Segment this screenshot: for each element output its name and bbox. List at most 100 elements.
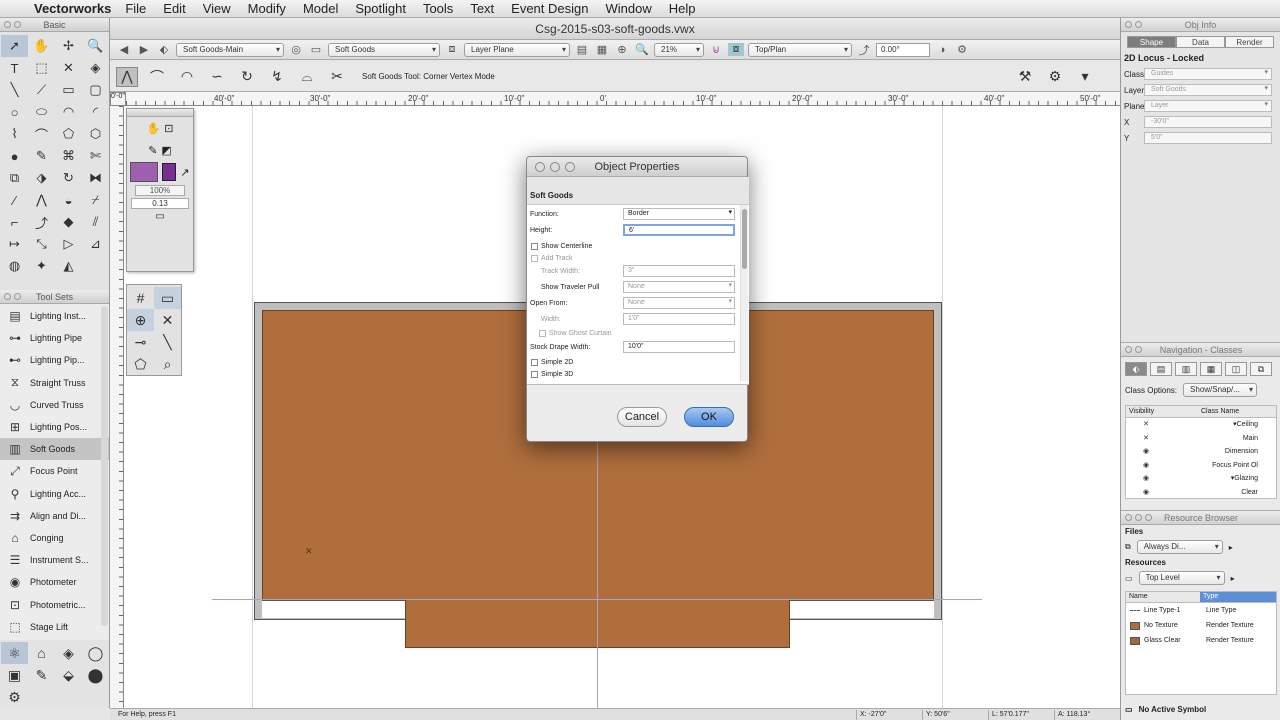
tab-render[interactable]: Render bbox=[1225, 36, 1274, 48]
rectangle-tool-icon[interactable]: ▭ bbox=[55, 79, 82, 101]
dialog-scroll-thumb[interactable] bbox=[742, 209, 747, 269]
saved-views-nav-icon[interactable]: ◫ bbox=[1225, 362, 1247, 376]
toolset-photometric-grid[interactable]: ⊡ Photometric... bbox=[0, 593, 109, 615]
visualization-icon[interactable]: ◍ bbox=[1, 255, 28, 277]
oi-plane-dropdown[interactable]: Layer bbox=[1144, 100, 1272, 112]
zoom-tool-icon[interactable]: 🔍 bbox=[82, 35, 109, 57]
snap-to-tangent-icon[interactable]: ⌕ bbox=[154, 353, 181, 375]
toolset-focus-point[interactable]: ⤢ Focus Point bbox=[0, 460, 109, 482]
fillet-tool-icon[interactable]: ◒ bbox=[55, 189, 82, 211]
smart-points-icon[interactable]: ⊸ bbox=[127, 331, 154, 353]
spotlight-category-icon[interactable]: ⚛ bbox=[1, 642, 28, 664]
heliodon-icon[interactable]: ✦ bbox=[28, 255, 55, 277]
layer-options-icon[interactable]: ◎ bbox=[288, 43, 304, 56]
panel-window-controls[interactable] bbox=[1125, 514, 1152, 521]
visibility-column-header[interactable]: Visibility bbox=[1126, 406, 1198, 417]
fillet-mode-icon[interactable]: ⌓ bbox=[296, 67, 318, 87]
rotate-tool-icon[interactable]: ↻ bbox=[55, 167, 82, 189]
table-row[interactable]: ✕ ▾Ceiling bbox=[1126, 418, 1276, 432]
visibility-toggle[interactable]: ◉ bbox=[1126, 486, 1166, 500]
app-menu[interactable]: Vectorworks bbox=[34, 1, 111, 16]
toolset-lighting-pipe[interactable]: ⊶ Lighting Pipe bbox=[0, 327, 109, 349]
folder-icon[interactable]: ▭ bbox=[1125, 574, 1133, 583]
rotation-field[interactable]: 0.00° bbox=[876, 42, 930, 57]
view-dropdown[interactable]: Top/Plan bbox=[748, 42, 852, 57]
menu-text[interactable]: Text bbox=[470, 1, 494, 16]
smart-edge-icon[interactable]: ╲ bbox=[154, 331, 181, 353]
save-view-icon[interactable]: ▤ bbox=[574, 43, 590, 56]
add-track-row[interactable]: Add Track bbox=[527, 251, 737, 265]
track-width-field[interactable]: 3" bbox=[623, 265, 735, 277]
pen-color-swatch[interactable] bbox=[162, 163, 177, 181]
furniture-category-icon[interactable]: ▣ bbox=[1, 664, 28, 686]
zoom-dropdown[interactable]: 21% bbox=[654, 42, 704, 57]
more-options-icon[interactable]: ▾ bbox=[1074, 67, 1096, 87]
snap-to-angle-icon[interactable]: ⊕ bbox=[127, 309, 154, 331]
oval-tool-icon[interactable]: ⬭ bbox=[28, 101, 55, 123]
line-thickness-field[interactable]: 0.13 bbox=[131, 198, 189, 209]
back-arrow-icon[interactable]: ◀ bbox=[116, 43, 132, 56]
point-arc-mode-icon[interactable]: ↻ bbox=[236, 67, 258, 87]
toolset-conging[interactable]: ⌂ Conging bbox=[0, 527, 109, 549]
corner-vertex-mode-icon[interactable]: ⋀ bbox=[116, 66, 138, 87]
dialog-scrollbar[interactable] bbox=[740, 205, 748, 381]
oi-x-field[interactable]: -30'0" bbox=[1144, 116, 1272, 128]
3d-modeling-category-icon[interactable]: ⬙ bbox=[55, 664, 82, 686]
toolset-instrument-summary[interactable]: ☰ Instrument S... bbox=[0, 549, 109, 571]
locus-marker-icon[interactable]: ✕ bbox=[305, 546, 313, 557]
toolset-lighting-pipe-ladder[interactable]: ⊷ Lighting Pip... bbox=[0, 349, 109, 371]
list-item[interactable]: Line Type-1 Line Type bbox=[1126, 603, 1276, 618]
show-centerline-checkbox[interactable] bbox=[531, 242, 538, 250]
menu-view[interactable]: View bbox=[203, 1, 231, 16]
dims-notes-category-icon[interactable]: ✎ bbox=[28, 664, 55, 686]
snap-to-intersection-icon[interactable]: ✕ bbox=[154, 309, 181, 331]
forward-arrow-icon[interactable]: ▶ bbox=[136, 43, 152, 56]
layer-plane-dropdown[interactable]: Layer Plane bbox=[464, 42, 570, 57]
class-options-dropdown[interactable]: Show/Snap/... bbox=[1183, 383, 1258, 397]
menu-window[interactable]: Window bbox=[605, 1, 651, 16]
basic-palette-title[interactable]: Basic bbox=[0, 18, 109, 32]
open-from-dropdown[interactable]: None bbox=[623, 297, 735, 309]
tool-preferences-icon[interactable]: ✂ bbox=[326, 67, 348, 87]
toolset-stage-lift[interactable]: ⬚ Stage Lift bbox=[0, 616, 109, 638]
snap-to-object-icon[interactable]: ▭ bbox=[154, 287, 181, 309]
mirror-tool-icon[interactable]: ⧓ bbox=[82, 167, 109, 189]
references-nav-icon[interactable]: ⧉ bbox=[1250, 362, 1272, 376]
eyedropper-tool-icon[interactable]: ✎ bbox=[28, 145, 55, 167]
list-item[interactable]: No Texture Render Texture bbox=[1126, 618, 1276, 633]
unified-view-icon[interactable]: ⊌ bbox=[708, 43, 724, 56]
visibility-toggle[interactable]: ◉ bbox=[1126, 445, 1166, 459]
freehand-tool-icon[interactable]: ⌇ bbox=[1, 123, 28, 145]
fill-color-swatch[interactable] bbox=[130, 162, 159, 182]
table-row[interactable]: ◉ Clear bbox=[1126, 486, 1276, 500]
table-row[interactable]: ◉ Dimension bbox=[1126, 445, 1276, 459]
machine-design-category-icon[interactable]: ⚙ bbox=[1, 686, 28, 708]
menu-help[interactable]: Help bbox=[669, 1, 696, 16]
camera-tool-icon[interactable]: ◭ bbox=[55, 255, 82, 277]
visibility-toggle[interactable]: ◉ bbox=[1126, 472, 1166, 486]
menu-modify[interactable]: Modify bbox=[248, 1, 286, 16]
list-item[interactable]: Glass Clear Render Texture bbox=[1126, 633, 1276, 648]
pen-style-icon[interactable]: ◩ bbox=[161, 144, 171, 157]
split-tool-icon[interactable]: ⁄ bbox=[1, 189, 28, 211]
spiral-tool-icon[interactable]: ● bbox=[1, 145, 28, 167]
obj-info-title-bar[interactable]: Obj Info bbox=[1121, 18, 1280, 32]
circle-tool-icon[interactable]: ○ bbox=[1, 101, 28, 123]
polyline-tool-icon[interactable]: ⌒ bbox=[28, 123, 55, 145]
ruler-origin[interactable]: 0'-0" bbox=[110, 92, 126, 106]
toolsets-scrollbar[interactable] bbox=[101, 306, 108, 626]
quarter-arc-icon[interactable]: ◜ bbox=[82, 101, 109, 123]
files-dropdown[interactable]: Always Di... bbox=[1136, 540, 1223, 554]
width-field[interactable]: 1'0" bbox=[623, 313, 735, 325]
toolset-soft-goods[interactable]: ▥ Soft Goods bbox=[0, 438, 109, 461]
toolsets-palette-title[interactable]: Tool Sets bbox=[0, 290, 109, 304]
fit-to-objects-icon[interactable]: ⊕ bbox=[614, 43, 630, 56]
opacity-field[interactable]: 100% bbox=[135, 185, 185, 196]
table-row[interactable]: ◉ Focus Point Ol bbox=[1126, 459, 1276, 473]
show-ghost-checkbox[interactable] bbox=[539, 329, 546, 337]
menu-event-design[interactable]: Event Design bbox=[511, 1, 588, 16]
snap-to-distance-icon[interactable]: ⬠ bbox=[127, 353, 154, 375]
attributes-palette-title[interactable] bbox=[127, 109, 193, 117]
polygon-tool-icon[interactable]: ⬠ bbox=[55, 123, 82, 145]
flyover-tool-icon[interactable]: ✢ bbox=[55, 35, 82, 57]
